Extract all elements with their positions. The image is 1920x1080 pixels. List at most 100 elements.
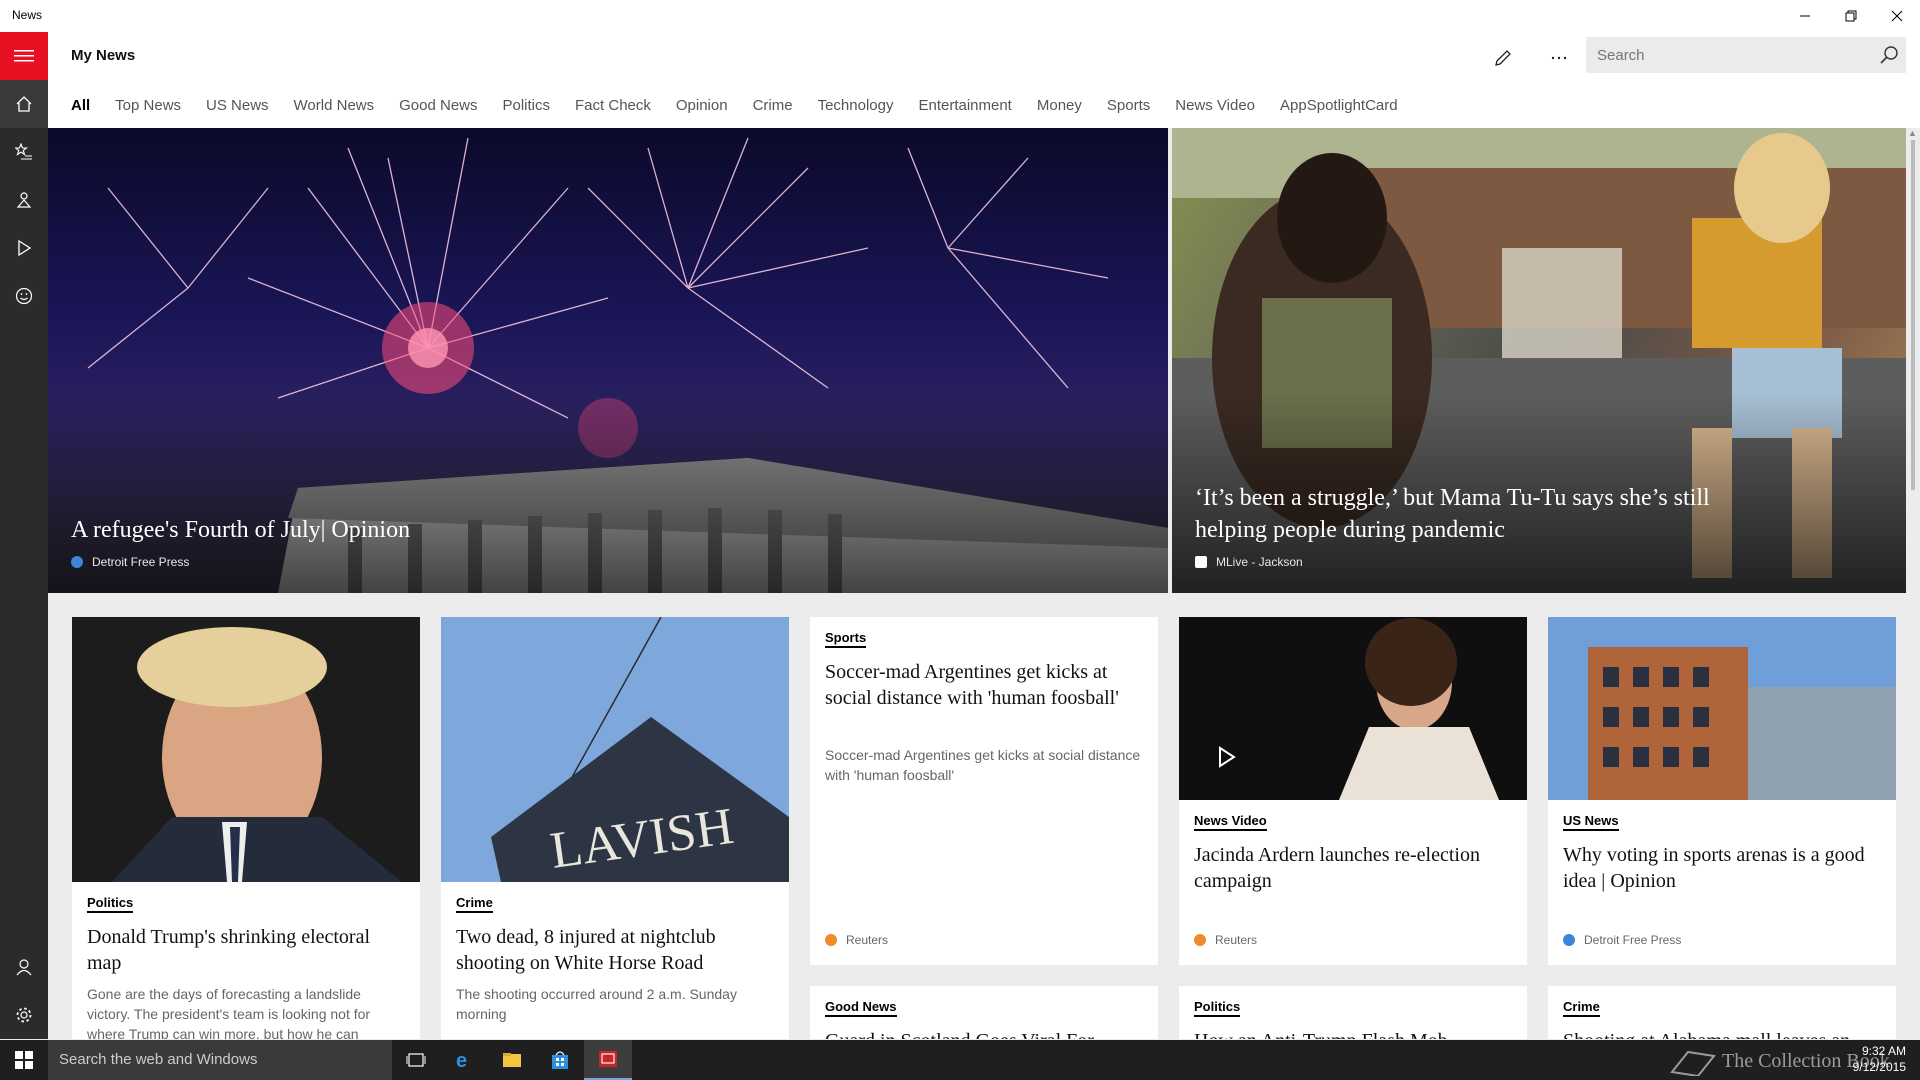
rail-interests-button[interactable] <box>0 128 48 176</box>
search-icon[interactable] <box>1878 44 1900 66</box>
minimize-button[interactable] <box>1782 0 1828 32</box>
hero-overlay <box>48 393 1168 593</box>
tab-opinion[interactable]: Opinion <box>676 97 728 114</box>
more-options-button[interactable] <box>1541 40 1577 76</box>
card-image-ardern <box>1179 617 1527 800</box>
task-view-icon <box>406 1053 426 1067</box>
rail-home-button[interactable] <box>0 80 48 128</box>
card-source: Detroit Free Press <box>1563 933 1681 947</box>
tab-crime[interactable]: Crime <box>753 97 793 114</box>
hamburger-menu-button[interactable] <box>0 32 48 80</box>
tab-all[interactable]: All <box>71 97 90 114</box>
card-title: Guard in Scotland Goes Viral For <box>825 1028 1143 1039</box>
source-logo-icon <box>1563 934 1575 946</box>
nav-rail <box>0 32 48 1039</box>
tab-app-spotlight[interactable]: AppSpotlightCard <box>1280 97 1398 114</box>
card-title: Why voting in sports arenas is a good id… <box>1563 844 1865 892</box>
card-category: Crime <box>1563 999 1600 1017</box>
card-category: Politics <box>1194 999 1241 1017</box>
search-input[interactable] <box>1586 37 1866 73</box>
play-icon <box>18 239 32 257</box>
hero-source: MLive - Jackson <box>1195 555 1303 569</box>
minimize-icon <box>1800 15 1810 17</box>
card-title: Shooting at Alabama mall leaves an <box>1563 1028 1881 1039</box>
rail-local-button[interactable] <box>0 176 48 224</box>
card-category: US News <box>1563 813 1619 831</box>
rail-settings-button[interactable] <box>0 991 48 1039</box>
card-source-label: Detroit Free Press <box>1584 933 1682 947</box>
scroll-up-icon[interactable]: ▲ <box>1908 128 1917 138</box>
system-clock[interactable]: 9:32 AM 9/12/2015 <box>1853 1043 1906 1075</box>
rail-account-button[interactable] <box>0 943 48 991</box>
tab-sports[interactable]: Sports <box>1107 97 1150 114</box>
close-button[interactable] <box>1874 0 1920 32</box>
taskbar-news-button[interactable] <box>584 1040 632 1080</box>
edit-button[interactable] <box>1485 40 1521 76</box>
app-title: News <box>12 8 43 22</box>
card-source: Reuters <box>825 933 888 947</box>
news-card[interactable]: US News Why voting in sports arenas is a… <box>1548 617 1896 965</box>
hamburger-icon <box>14 50 34 62</box>
hero-source-label: Detroit Free Press <box>92 555 190 569</box>
hero-story-mama-tutu[interactable]: ‘It’s been a struggle,’ but Mama Tu-Tu s… <box>1172 128 1906 593</box>
news-card[interactable]: Sports Soccer-mad Argentines get kicks a… <box>810 617 1158 965</box>
tab-us-news[interactable]: US News <box>206 97 269 114</box>
news-card[interactable]: Good News Guard in Scotland Goes Viral F… <box>810 986 1158 1039</box>
smiley-icon <box>15 287 33 305</box>
start-button[interactable] <box>0 1040 48 1080</box>
source-logo-icon <box>71 556 83 568</box>
page-title: My News <box>71 47 136 64</box>
taskbar-edge-button[interactable]: e <box>440 1040 488 1080</box>
taskbar-file-explorer-button[interactable] <box>488 1040 536 1080</box>
pencil-icon <box>1495 50 1511 66</box>
tab-technology[interactable]: Technology <box>818 97 894 114</box>
source-logo-icon <box>1194 934 1206 946</box>
source-logo-icon <box>1195 556 1207 568</box>
search-box <box>1586 37 1906 73</box>
tab-fact-check[interactable]: Fact Check <box>575 97 651 114</box>
card-image-trump <box>72 617 420 882</box>
hero-headline: ‘It’s been a struggle,’ but Mama Tu-Tu s… <box>1195 485 1710 543</box>
gear-icon <box>16 1007 32 1023</box>
rail-feedback-button[interactable] <box>0 272 48 320</box>
tab-politics[interactable]: Politics <box>503 97 551 114</box>
local-person-icon <box>16 192 32 208</box>
svg-text:e: e <box>456 1050 467 1071</box>
taskbar: Search the web and Windows e The Collect… <box>0 1040 1920 1080</box>
card-category: Politics <box>87 895 134 913</box>
scrollbar-thumb[interactable] <box>1911 140 1915 490</box>
tab-good-news[interactable]: Good News <box>399 97 477 114</box>
card-category: Good News <box>825 999 897 1017</box>
person-icon <box>16 959 32 976</box>
hero-story-fireworks[interactable]: A refugee's Fourth of July| Opinion Detr… <box>48 128 1168 593</box>
rail-video-button[interactable] <box>0 224 48 272</box>
news-card[interactable]: LAVISH Crime Two dead, 8 injured at nigh… <box>441 617 789 1039</box>
taskbar-search-box[interactable]: Search the web and Windows <box>48 1040 392 1080</box>
play-icon[interactable] <box>1214 745 1238 769</box>
news-card[interactable]: Politics Donald Trump's shrinking electo… <box>72 617 420 1039</box>
card-source-label: Reuters <box>846 933 889 947</box>
news-app-icon <box>599 1051 617 1067</box>
task-view-button[interactable] <box>392 1040 440 1080</box>
close-icon <box>1891 10 1903 22</box>
tab-money[interactable]: Money <box>1037 97 1082 114</box>
store-bag-icon <box>552 1051 568 1069</box>
tab-world-news[interactable]: World News <box>294 97 375 114</box>
card-category: Sports <box>825 630 867 648</box>
tab-entertainment[interactable]: Entertainment <box>918 97 1011 114</box>
title-bar: News <box>0 0 1920 32</box>
restore-button[interactable] <box>1828 0 1874 32</box>
taskbar-store-button[interactable] <box>536 1040 584 1080</box>
vertical-scrollbar[interactable]: ▲ <box>1906 128 1920 1039</box>
news-card[interactable]: News Video Jacinda Ardern launches re-el… <box>1179 617 1527 965</box>
news-card[interactable]: Crime Shooting at Alabama mall leaves an <box>1548 986 1896 1039</box>
hero-headline: A refugee's Fourth of July| Opinion <box>71 517 411 543</box>
card-title: Donald Trump's shrinking electoral map <box>87 926 371 974</box>
windows-logo-icon <box>15 1051 33 1069</box>
card-category: News Video <box>1194 813 1267 831</box>
card-description: Soccer-mad Argentines get kicks at socia… <box>825 747 1141 783</box>
news-card[interactable]: Politics How an Anti-Trump Flash Mob <box>1179 986 1527 1039</box>
card-source-label: Reuters <box>1215 933 1258 947</box>
tab-news-video[interactable]: News Video <box>1175 97 1255 114</box>
tab-top-news[interactable]: Top News <box>115 97 181 114</box>
